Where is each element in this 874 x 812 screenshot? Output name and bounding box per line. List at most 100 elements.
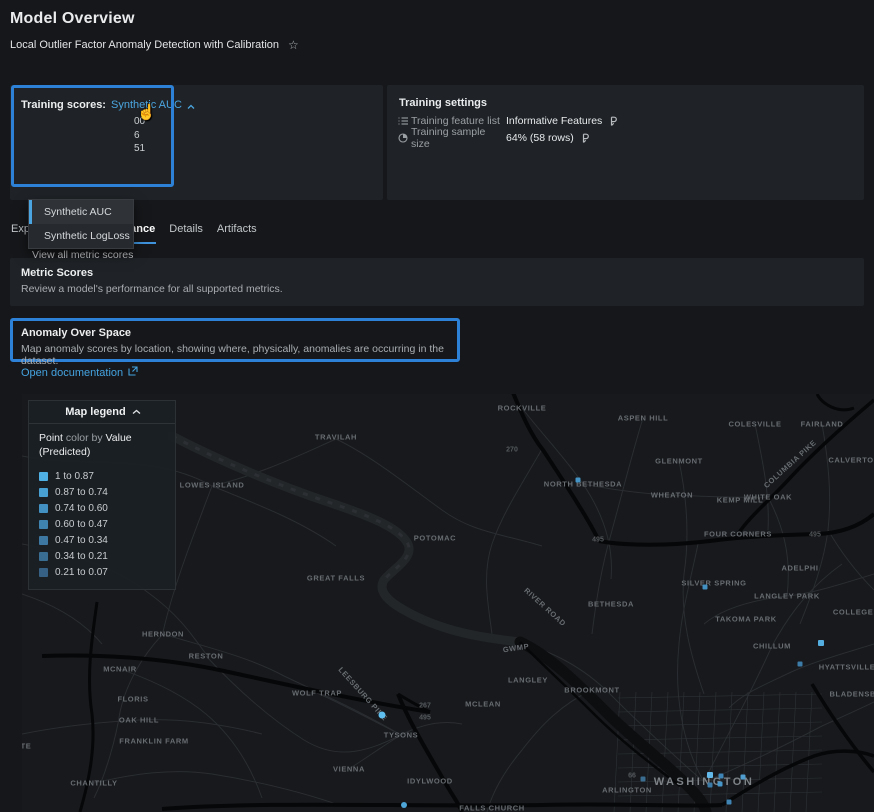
- map-point[interactable]: [379, 712, 386, 719]
- map-place-label: LOWES ISLAND: [180, 481, 245, 490]
- legend-range-label: 0.34 to 0.21: [55, 551, 108, 562]
- map-place-label: FLORIS: [117, 695, 148, 704]
- map-place-label: TRAVILAH: [315, 433, 357, 442]
- map-point[interactable]: [641, 777, 646, 782]
- map-place-label: SILVER SPRING: [681, 579, 746, 588]
- map-place-label: MCNAIR: [103, 665, 137, 674]
- map-place-label: ASPEN HILL: [618, 414, 669, 423]
- map-place-label: WESTGATE: [22, 742, 31, 751]
- map-place-label: BLADENSBURG: [830, 690, 874, 699]
- map-point[interactable]: [818, 640, 824, 646]
- map-point[interactable]: [798, 662, 803, 667]
- map-place-label: WHITE OAK: [744, 493, 792, 502]
- map-place-label: FAIRLAND: [801, 420, 844, 429]
- anomaly-map[interactable]: Map legend Point color by Value (Predict…: [22, 394, 874, 812]
- map-place-label: LANGLEY PARK: [754, 592, 820, 601]
- legend-range-label: 0.47 to 0.34: [55, 535, 108, 546]
- map-place-label: POTOMAC: [414, 534, 456, 543]
- map-point[interactable]: [401, 802, 407, 808]
- lineage-icon[interactable]: [581, 133, 590, 144]
- metric-dropdown-menu: Synthetic AUCSynthetic LogLoss: [28, 199, 134, 249]
- map-point[interactable]: [707, 772, 713, 778]
- route-shield-label: 270: [506, 447, 518, 454]
- map-place-label: BETHESDA: [588, 600, 634, 609]
- legend-range-label: 0.60 to 0.47: [55, 519, 108, 530]
- model-name: Local Outlier Factor Anomaly Detection w…: [10, 39, 279, 51]
- map-point[interactable]: [576, 478, 581, 483]
- anomaly-over-space-title: Anomaly Over Space: [21, 327, 449, 339]
- map-place-label: COLLEGE PARK: [833, 608, 874, 617]
- chevron-up-icon[interactable]: [187, 104, 194, 111]
- route-shield-label: 267: [419, 703, 431, 710]
- setting-value: 64% (58 rows): [506, 132, 574, 144]
- open-documentation-label: Open documentation: [21, 367, 123, 379]
- map-place-label: GLENMONT: [655, 457, 703, 466]
- legend-range-label: 0.87 to 0.74: [55, 487, 108, 498]
- setting-value: Informative Features: [506, 115, 602, 127]
- map-point[interactable]: [727, 800, 732, 805]
- dropdown-item-synthetic-logloss[interactable]: Synthetic LogLoss: [29, 224, 133, 248]
- map-place-label: FALLS CHURCH: [459, 804, 525, 812]
- legend-item: 0.34 to 0.21: [39, 548, 165, 564]
- map-place-label: FRANKLIN FARM: [119, 737, 188, 746]
- map-place-label: LANGLEY: [508, 676, 548, 685]
- map-point[interactable]: [703, 585, 708, 590]
- map-place-label: ARLINGTON: [602, 786, 652, 795]
- training-setting-row: Training sample size64% (58 rows): [398, 131, 618, 145]
- anomaly-over-space-description: Map anomaly scores by location, showing …: [21, 343, 449, 367]
- map-place-label: ADELPHI: [781, 564, 818, 573]
- legend-item: 0.21 to 0.07: [39, 564, 165, 580]
- legend-item: 0.74 to 0.60: [39, 500, 165, 516]
- map-place-label: BROOKMONT: [564, 686, 619, 695]
- map-place-label: TYSONS: [384, 731, 418, 740]
- route-shield-label: 495: [419, 715, 431, 722]
- legend-item: 0.47 to 0.34: [39, 532, 165, 548]
- dropdown-item-synthetic-auc[interactable]: Synthetic AUC: [29, 200, 133, 224]
- legend-item: 1 to 0.87: [39, 468, 165, 484]
- legend-swatch: [39, 472, 48, 481]
- metric-scores-description: Review a model's performance for all sup…: [21, 283, 853, 295]
- page-title: Model Overview: [10, 10, 135, 28]
- map-place-label: VIENNA: [333, 765, 365, 774]
- map-point[interactable]: [719, 774, 724, 779]
- legend-swatch: [39, 552, 48, 561]
- metric-scores-title: Metric Scores: [21, 267, 853, 279]
- map-place-label: WOLF TRAP: [292, 689, 342, 698]
- map-place-label: GREAT FALLS: [307, 574, 365, 583]
- map-place-label: CHANTILLY: [70, 779, 117, 788]
- route-shield-label: 495: [809, 532, 821, 539]
- training-scores-label: Training scores:: [21, 99, 106, 111]
- map-legend-header[interactable]: Map legend: [29, 401, 175, 424]
- external-link-icon: [128, 366, 138, 379]
- legend-color-by-line2: (Predicted): [39, 445, 165, 459]
- setting-label: Training sample size: [411, 126, 506, 150]
- map-place-label: OAK HILL: [119, 716, 159, 725]
- obscured-metric-value: 51: [134, 143, 145, 154]
- open-documentation-link[interactable]: Open documentation: [21, 366, 138, 379]
- legend-swatch: [39, 536, 48, 545]
- legend-swatch: [39, 520, 48, 529]
- lineage-icon[interactable]: [609, 116, 618, 127]
- chevron-up-icon: [132, 409, 139, 416]
- star-icon[interactable]: ☆: [288, 38, 299, 52]
- tab-details[interactable]: Details: [168, 221, 204, 244]
- legend-range-label: 1 to 0.87: [55, 471, 94, 482]
- map-place-label: HERNDON: [142, 630, 184, 639]
- map-point[interactable]: [708, 783, 713, 788]
- map-point[interactable]: [718, 782, 723, 787]
- metric-selector[interactable]: Synthetic AUC: [111, 99, 182, 111]
- legend-swatch: [39, 504, 48, 513]
- map-place-label: FOUR CORNERS: [704, 530, 772, 539]
- training-settings-rows: Training feature listInformative Feature…: [398, 114, 618, 145]
- map-place-label: CHILLUM: [753, 642, 791, 651]
- legend-swatch: [39, 568, 48, 577]
- map-point[interactable]: [741, 775, 746, 780]
- map-place-label: RESTON: [189, 652, 224, 661]
- view-all-metric-scores-link[interactable]: View all metric scores: [32, 249, 133, 261]
- metric-scores-section: Metric Scores Review a model's performan…: [10, 258, 864, 306]
- tab-artifacts[interactable]: Artifacts: [216, 221, 258, 244]
- legend-swatch: [39, 488, 48, 497]
- map-legend: Map legend Point color by Value (Predict…: [28, 400, 176, 590]
- obscured-metric-value: 00: [134, 116, 145, 127]
- legend-range-label: 0.21 to 0.07: [55, 567, 108, 578]
